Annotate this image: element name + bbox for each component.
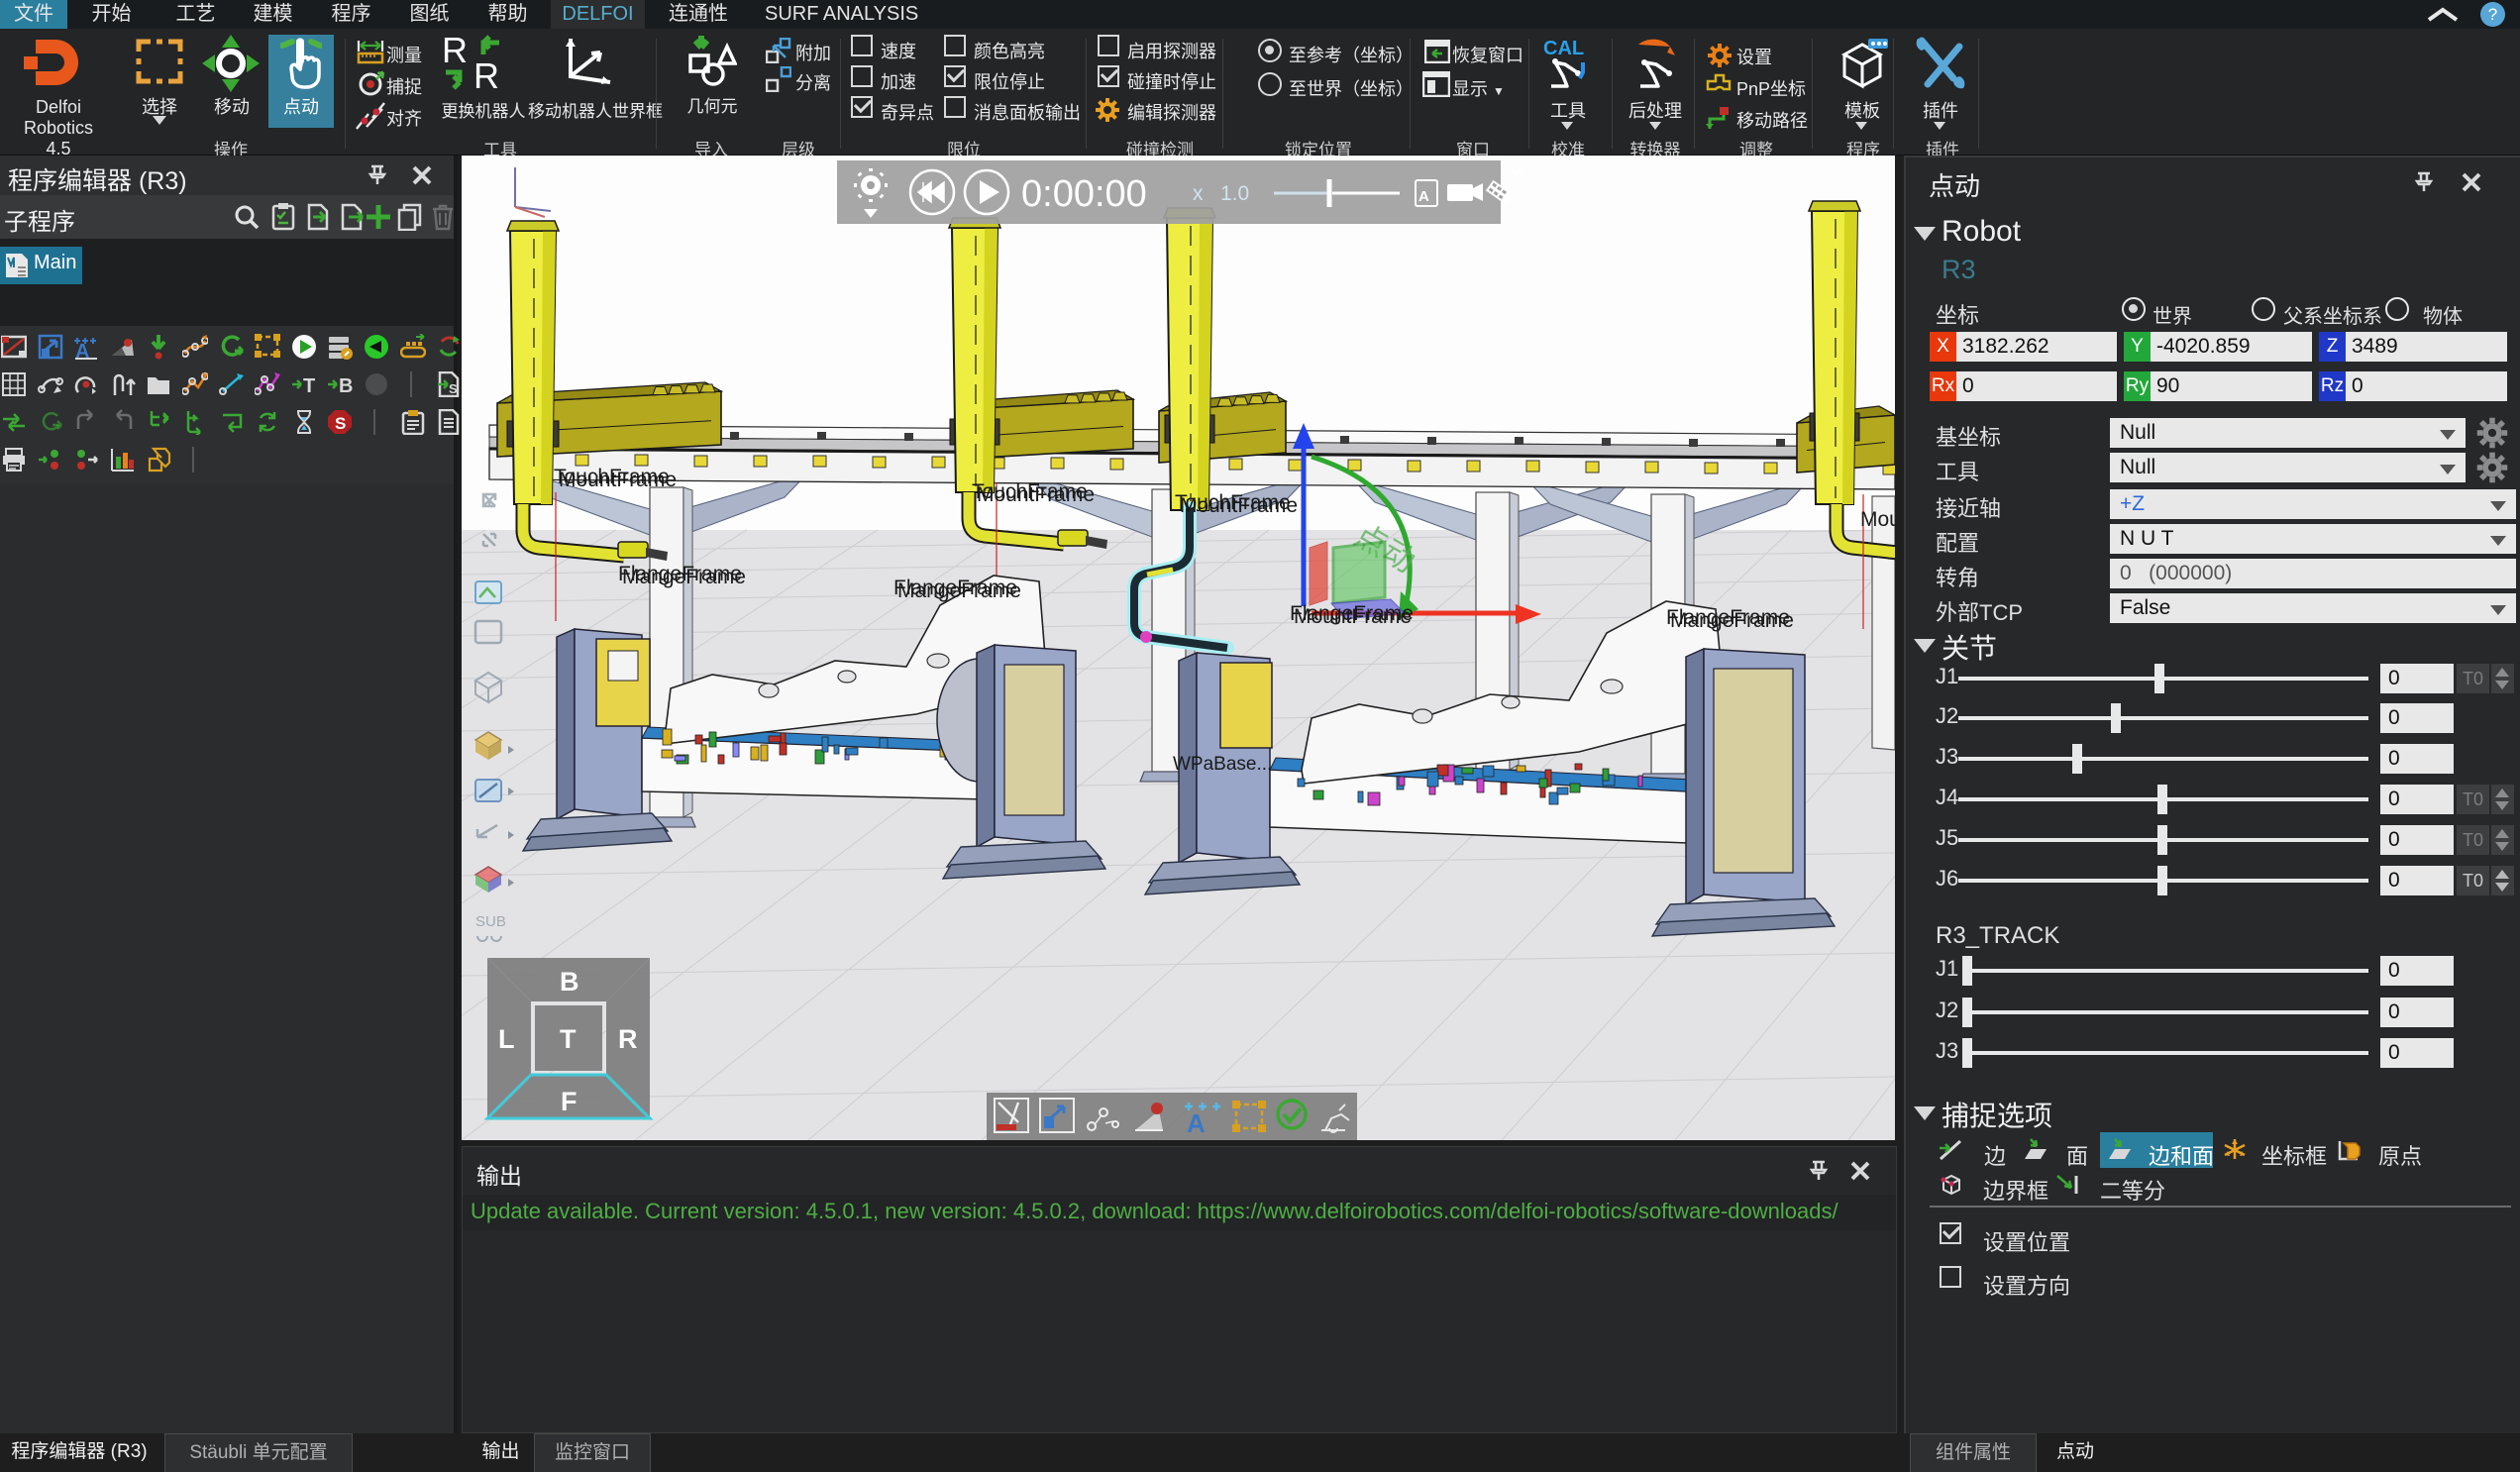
svg-text:T: T <box>560 1024 577 1054</box>
svg-text:FlangeFrame: FlangeFrame <box>1666 606 1790 629</box>
svg-text:CAL: CAL <box>1543 38 1584 59</box>
svg-text:S: S <box>335 414 346 433</box>
svg-text:MountFrame: MountFrame <box>1860 508 1895 531</box>
svg-text:A: A <box>1187 1108 1206 1138</box>
svg-text:0:00:00: 0:00:00 <box>1021 173 1147 215</box>
svg-text:FlangeFrame: FlangeFrame <box>893 577 1017 599</box>
svg-text:R: R <box>442 35 468 70</box>
svg-text:TouchFrame: TouchFrame <box>1175 491 1291 514</box>
svg-text:B: B <box>339 375 353 397</box>
svg-text:R: R <box>473 55 499 92</box>
svg-text:FlangeFrame: FlangeFrame <box>1290 602 1414 625</box>
svg-text:F: F <box>561 1087 578 1116</box>
svg-text:B: B <box>560 967 579 997</box>
svg-text:TouchFrame: TouchFrame <box>554 466 670 488</box>
svg-text:S: S <box>449 381 458 396</box>
svg-text:L: L <box>498 1024 515 1054</box>
svg-text:FlangeFrame: FlangeFrame <box>618 563 742 585</box>
svg-text:x 1.0: x 1.0 <box>1193 182 1249 205</box>
svg-text:R: R <box>618 1024 638 1054</box>
svg-text:T: T <box>303 375 315 397</box>
svg-text:A: A <box>1418 188 1429 205</box>
svg-text:TouchFrame: TouchFrame <box>972 480 1088 503</box>
svg-text:WPaBase...: WPaBase... <box>1173 754 1272 775</box>
svg-text:SUB: SUB <box>475 913 506 930</box>
